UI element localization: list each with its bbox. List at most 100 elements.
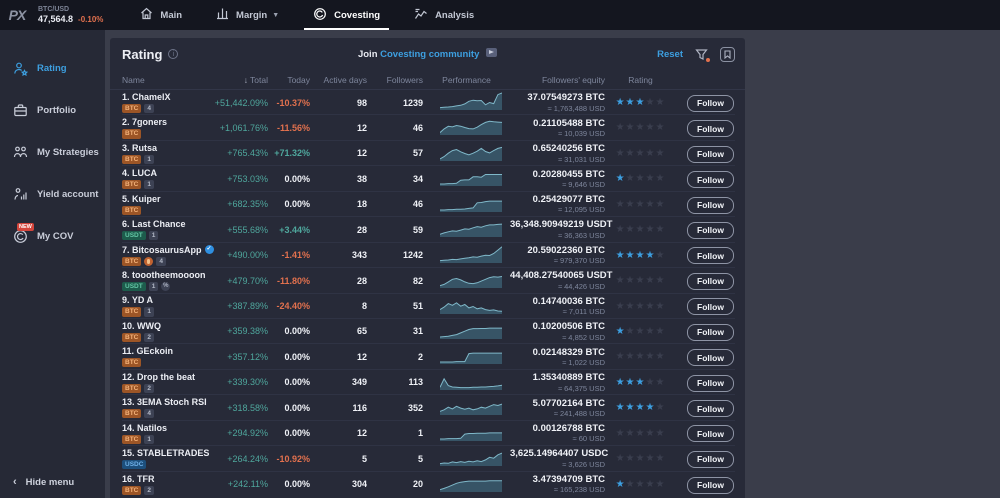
column-header-today[interactable]: Today	[268, 75, 310, 85]
today-return: 0.00%	[268, 428, 310, 438]
today-return: -10.37%	[268, 98, 310, 108]
tab-analysis[interactable]: Analysis	[397, 0, 491, 30]
star-empty-icon: ★	[636, 173, 646, 184]
ticker-pair: BTC/USD	[38, 6, 103, 14]
telegram-icon[interactable]	[486, 48, 497, 57]
table-row[interactable]: 5. Kuiper ✓ BTC +682.35% 0.00% 18 46 0.2…	[122, 192, 735, 217]
hide-menu-button[interactable]: ‹ Hide menu	[13, 476, 74, 488]
star-filled-icon: ★	[616, 377, 626, 388]
chevron-down-icon: ▼	[272, 12, 279, 19]
tab-covesting[interactable]: Covesting	[296, 0, 397, 30]
covesting-community-link[interactable]: Covesting community	[380, 49, 479, 60]
followers-equity-usd: ≈ 60 USD	[510, 434, 605, 443]
table-row[interactable]: 13. 3EMA Stoch RSI ✓ BTC4 +318.58% 0.00%…	[122, 395, 735, 420]
rating-person-icon	[13, 61, 28, 76]
strategy-badges: BTC4	[122, 104, 205, 113]
follow-button[interactable]: Follow	[687, 197, 734, 214]
table-row[interactable]: 2. 7goners ✓ BTC +1,061.76% -11.56% 12 4…	[122, 115, 735, 140]
follow-button[interactable]: Follow	[687, 222, 734, 239]
table-row[interactable]: 14. Natilos ✓ BTC1 +294.92% 0.00% 12 1 0…	[122, 421, 735, 446]
table-row[interactable]: 15. STABLETRADES ✓ USDC +264.24% -10.92%…	[122, 446, 735, 471]
rating-stars: ★★★★★	[605, 326, 676, 337]
info-icon[interactable]: i	[168, 49, 178, 59]
followers-equity-usd: ≈ 31,031 USD	[510, 155, 605, 164]
tab-margin[interactable]: Margin▼	[199, 0, 296, 30]
followers-equity: 0.25429077 BTC	[510, 194, 605, 205]
column-header-rating[interactable]: Rating	[605, 75, 676, 85]
btc-badge: BTC	[122, 257, 141, 266]
column-header-active-days[interactable]: Active days	[310, 75, 367, 85]
table-row[interactable]: 8. toootheemoooon ✓ USDT1% +479.70% -11.…	[122, 268, 735, 293]
followers-count: 20	[367, 479, 423, 489]
sidebar-item-my-cov[interactable]: NEWMy COV	[0, 220, 105, 253]
table-header-row: Name↓TotalTodayActive daysFollowersPerfo…	[110, 70, 745, 90]
table-row[interactable]: 11. GEckoin ✓ BTC +357.12% 0.00% 12 2 0.…	[122, 344, 735, 369]
sidebar-item-my-strategies[interactable]: My Strategies	[0, 136, 105, 169]
filter-button[interactable]	[695, 48, 708, 61]
strategy-name: 8. toootheemoooon	[122, 270, 206, 280]
follow-button[interactable]: Follow	[687, 120, 734, 137]
star-empty-icon: ★	[655, 275, 665, 286]
followers-count: 34	[367, 174, 423, 184]
tab-main[interactable]: Main	[123, 0, 199, 30]
table-row[interactable]: 4. LUCA ✓ BTC1 +753.03% 0.00% 38 34 0.20…	[122, 166, 735, 191]
table-row[interactable]: 6. Last Chance ✓ USDT1 +555.68% +3.44% 2…	[122, 217, 735, 242]
strategy-badges: BTC2	[122, 333, 205, 342]
column-header-performance[interactable]: Performance	[423, 75, 510, 85]
follow-button[interactable]: Follow	[687, 425, 734, 442]
bookmark-button[interactable]	[720, 47, 735, 62]
follow-button[interactable]: Follow	[687, 298, 734, 315]
strategy-badges: USDT1%	[122, 282, 205, 291]
reset-button[interactable]: Reset	[657, 49, 683, 60]
follow-button[interactable]: Follow	[687, 146, 734, 163]
price-ticker[interactable]: BTC/USD 47,564.8 -0.10%	[38, 6, 103, 24]
table-row[interactable]: 10. WWQ ✓ BTC2 +359.38% 0.00% 65 31 0.10…	[122, 319, 735, 344]
followers-equity-usd: ≈ 979,370 USD	[510, 256, 605, 265]
follow-button[interactable]: Follow	[687, 247, 734, 264]
star-empty-icon: ★	[636, 199, 646, 210]
followers-equity-usd: ≈ 1,763,488 USD	[510, 104, 605, 113]
table-row[interactable]: 9. YD A ✓ BTC1 +387.89% -24.40% 8 51 0.1…	[122, 294, 735, 319]
count-badge: 1	[144, 307, 154, 316]
table-row[interactable]: 7. BitcosaurusApp ✓ BTC4 +490.00% -1.41%…	[122, 243, 735, 268]
column-header-total[interactable]: ↓Total	[205, 75, 268, 85]
star-filled-icon: ★	[616, 250, 626, 261]
btc-badge: BTC	[122, 409, 141, 418]
star-filled-icon: ★	[626, 97, 636, 108]
today-return: 0.00%	[268, 352, 310, 362]
sidebar-item-portfolio[interactable]: Portfolio	[0, 94, 105, 127]
followers-equity: 36,348.90949219 USDT	[510, 219, 605, 230]
star-empty-icon: ★	[655, 377, 665, 388]
follow-button[interactable]: Follow	[687, 324, 734, 341]
follow-button[interactable]: Follow	[687, 451, 734, 468]
total-return: +339.30%	[205, 377, 268, 387]
total-return: +753.03%	[205, 174, 268, 184]
follow-button[interactable]: Follow	[687, 400, 734, 417]
table-row[interactable]: 16. TFR ✓ BTC2 +242.11% 0.00% 304 20 3.4…	[122, 472, 735, 497]
follow-button[interactable]: Follow	[687, 95, 734, 112]
followers-count: 5	[367, 454, 423, 464]
total-return: +242.11%	[205, 479, 268, 489]
count-badge: 1	[149, 282, 159, 291]
follow-button[interactable]: Follow	[687, 349, 734, 366]
star-empty-icon: ★	[645, 224, 655, 235]
table-row[interactable]: 3. Rutsa ✓ BTC1 +765.43% +71.32% 12 57 0…	[122, 141, 735, 166]
table-row[interactable]: 1. ChamelX ✓ BTC4 +51,442.09% -10.37% 98…	[122, 90, 735, 115]
sidebar-item-yield-account[interactable]: Yield account	[0, 178, 105, 211]
yield-icon	[13, 187, 28, 202]
column-header-followers[interactable]: Followers	[367, 75, 423, 85]
follow-button[interactable]: Follow	[687, 171, 734, 188]
follow-button[interactable]: Follow	[687, 477, 734, 494]
btc-badge: BTC	[122, 129, 141, 138]
followers-count: 57	[367, 148, 423, 158]
sidebar-item-rating[interactable]: Rating	[0, 52, 105, 85]
strategy-name: 15. STABLETRADES	[122, 448, 209, 458]
follow-button[interactable]: Follow	[687, 273, 734, 290]
strategy-badges: BTC1	[122, 155, 205, 164]
table-row[interactable]: 12. Drop the beat ✓ BTC2 +339.30% 0.00% …	[122, 370, 735, 395]
column-header-name[interactable]: Name	[122, 75, 205, 85]
rating-stars: ★★★★★	[605, 301, 676, 312]
column-header-followers-equity[interactable]: Followers' equity	[510, 75, 605, 85]
follow-button[interactable]: Follow	[687, 375, 734, 392]
star-empty-icon: ★	[626, 453, 636, 464]
